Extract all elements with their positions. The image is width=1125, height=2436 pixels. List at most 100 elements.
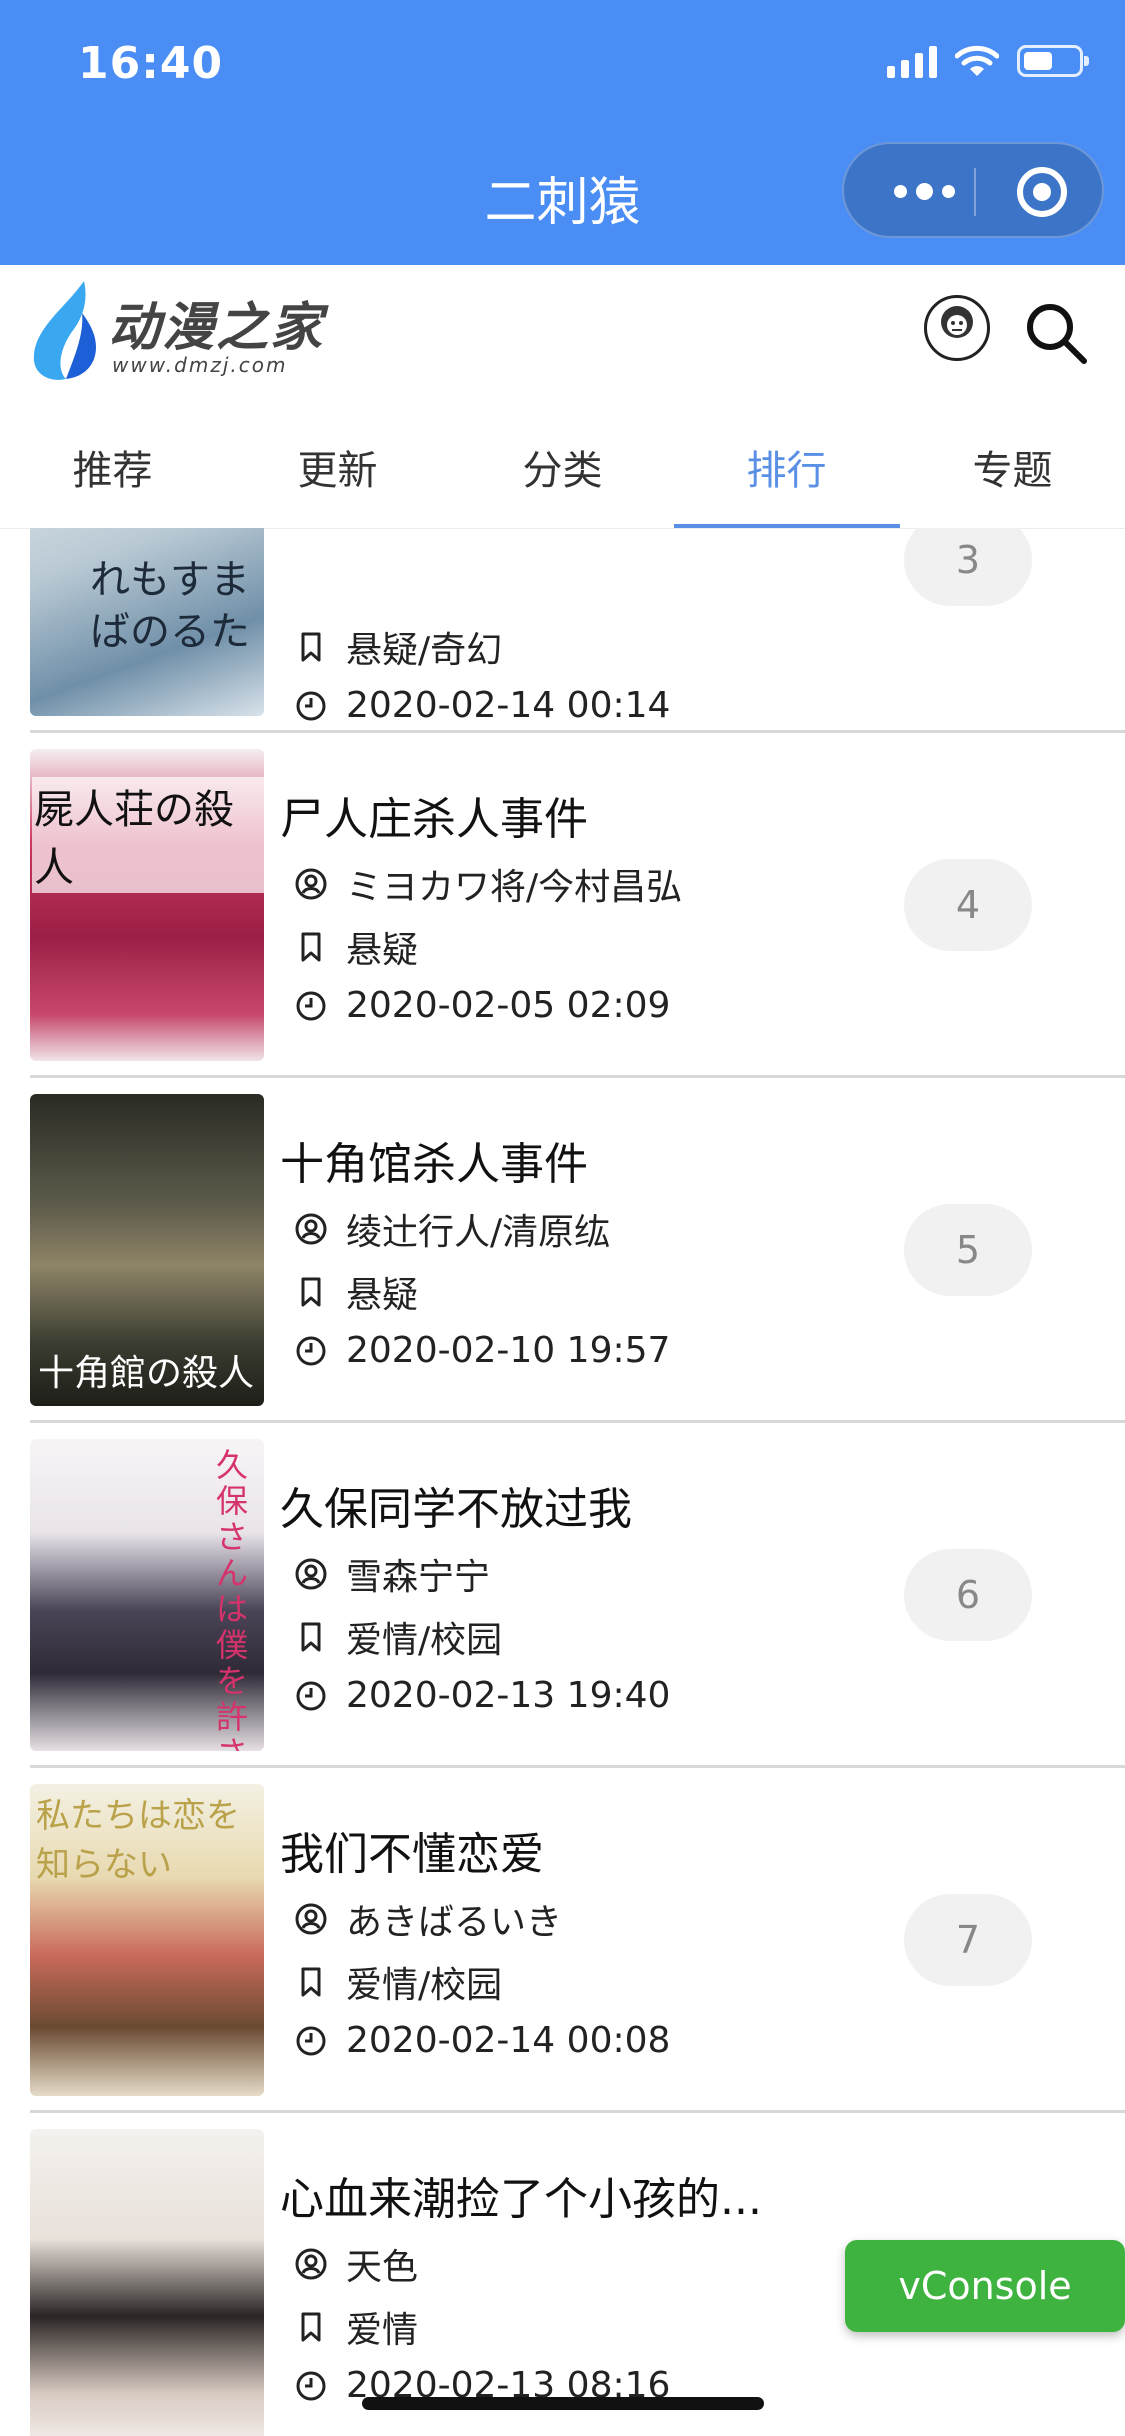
bookmark-icon [301,932,321,962]
rank-badge: 6 [904,1549,1032,1641]
comic-genre: 爱情 [346,2310,419,2351]
close-miniprogram-icon[interactable] [1012,162,1072,222]
date-row: 2020-02-10 19:57 [294,1330,670,1371]
comic-genre: 爱情/校园 [346,1965,503,2006]
tab-topic[interactable]: 专题 [900,438,1125,496]
user-avatar[interactable] [924,295,990,361]
site-logo-text[interactable]: 动漫之家 [108,285,324,360]
bookmark-icon [301,2312,321,2342]
status-icons [887,44,1089,78]
wechat-top-bar: 16:40 二刺猿 [0,0,1125,265]
user-icon [295,2248,327,2280]
dmzj-logo-icon[interactable] [26,277,106,385]
cellular-signal-icon [887,44,937,78]
bookmark-icon [301,1967,321,1997]
cover-text: 屍人荘の殺人 [32,777,264,893]
genre-row: 爱情/校园 [294,1611,502,1663]
genre-row: 爱情/校园 [294,1956,502,2008]
comic-title: 十角馆杀人事件 [280,1139,588,1190]
comic-cover[interactable]: 久保さんは僕を許さない [30,1439,264,1751]
genre-row: 悬疑 [294,1266,418,1318]
list-item[interactable]: れもすまばのるた 悬疑/奇幻 2020-02-14 00:14 3 [0,528,1125,733]
status-time: 16:40 [78,38,224,89]
comic-author: ミヨカワ将/今村昌弘 [346,867,683,908]
clock-icon [296,2371,326,2400]
list-item[interactable]: 久保さんは僕を許さない 久保同学不放过我 雪森宁宁 爱情/校园 2020-02-… [0,1423,1125,1768]
comic-cover[interactable]: 十角館の殺人 [30,1094,264,1406]
comic-update-date: 2020-02-05 02:09 [346,985,671,1026]
bookmark-icon [301,1277,321,1307]
tab-recommend[interactable]: 推荐 [0,438,225,496]
clock-icon [296,2026,326,2055]
site-logo-url: www.dmzj.com [112,353,288,377]
comic-author: 天色 [346,2247,419,2288]
vconsole-button[interactable]: vConsole [845,2240,1125,2332]
genre-row: 爱情 [294,2301,418,2353]
comic-cover[interactable]: れもすまばのるた [30,528,264,716]
clock-icon [296,1681,326,1710]
user-icon [295,1903,327,1935]
comic-genre: 悬疑 [346,1275,419,1316]
comic-cover[interactable]: 私たちは恋を知らない [30,1784,264,2096]
author-row: 雪森宁宁 [294,1548,490,1600]
genre-row: 悬疑/奇幻 [294,621,502,673]
comic-cover[interactable]: 屍人荘の殺人 [30,749,264,1061]
comic-title: 尸人庄杀人事件 [280,794,588,845]
comic-author: あきばるいき [346,1902,563,1943]
comic-title: 我们不懂恋爱 [280,1829,544,1880]
comic-title: 久保同学不放过我 [280,1484,632,1535]
user-icon [295,1213,327,1245]
site-header: 动漫之家 www.dmzj.com [0,265,1125,410]
author-row: あきばるいき [294,1893,562,1945]
comic-author: 雪森宁宁 [346,1557,491,1598]
cover-text: 十角館の殺人 [38,1353,255,1394]
date-row: 2020-02-05 02:09 [294,985,670,1026]
comic-cover[interactable] [30,2129,264,2436]
tab-update[interactable]: 更新 [225,438,450,496]
tab-ranking[interactable]: 排行 [674,438,899,496]
list-item[interactable]: 屍人荘の殺人 尸人庄杀人事件 ミヨカワ将/今村昌弘 悬疑 2020-02-05 … [0,733,1125,1078]
comic-author: 绫辻行人/清原纮 [346,1212,611,1253]
author-row: 绫辻行人/清原纮 [294,1203,610,1255]
bookmark-icon [301,1622,321,1652]
cover-text: れもすまばのるた [90,557,250,655]
comic-genre: 爱情/校园 [346,1620,503,1661]
cover-text: 久保さんは僕を許さない [216,1446,249,1751]
date-row: 2020-02-13 19:40 [294,1675,670,1716]
comic-update-date: 2020-02-10 19:57 [346,1330,671,1371]
date-row: 2020-02-14 00:14 [294,685,670,726]
rank-badge: 4 [904,859,1032,951]
user-icon [295,868,327,900]
rank-badge: 3 [904,528,1032,606]
author-row: 天色 [294,2238,418,2290]
home-indicator[interactable] [362,2397,764,2410]
rank-badge: 7 [904,1894,1032,1986]
clock-icon [296,691,326,720]
comic-update-date: 2020-02-14 00:08 [346,2020,671,2061]
comic-update-date: 2020-02-14 00:14 [346,685,671,726]
capsule-divider [974,168,976,216]
clock-icon [296,1336,326,1365]
tab-category[interactable]: 分类 [450,438,675,496]
genre-row: 悬疑 [294,921,418,973]
bookmark-icon [301,632,321,662]
author-row: ミヨカワ将/今村昌弘 [294,858,682,910]
cover-text: 私たちは恋を知らない [36,1796,240,1885]
avatar-face-icon [941,306,973,338]
search-icon[interactable] [1020,297,1092,369]
user-icon [295,1558,327,1590]
more-options-icon[interactable] [884,166,964,216]
rank-badge: 5 [904,1204,1032,1296]
ranking-list: れもすまばのるた 悬疑/奇幻 2020-02-14 00:14 3 屍人荘の殺人… [0,528,1125,2436]
date-row: 2020-02-14 00:08 [294,2020,670,2061]
comic-genre: 悬疑 [346,930,419,971]
battery-icon [1017,45,1089,77]
clock-icon [296,991,326,1020]
wifi-icon [955,45,999,76]
list-item[interactable]: 十角館の殺人 十角馆杀人事件 绫辻行人/清原纮 悬疑 2020-02-10 19… [0,1078,1125,1423]
comic-title: 心血来潮捡了个小孩的... [280,2174,762,2225]
category-tabs: 推荐 更新 分类 排行 专题 [0,410,1125,529]
miniprogram-capsule [842,142,1104,238]
comic-update-date: 2020-02-13 19:40 [346,1675,671,1716]
list-item[interactable]: 私たちは恋を知らない 我们不懂恋爱 あきばるいき 爱情/校园 2020-02-1… [0,1768,1125,2113]
